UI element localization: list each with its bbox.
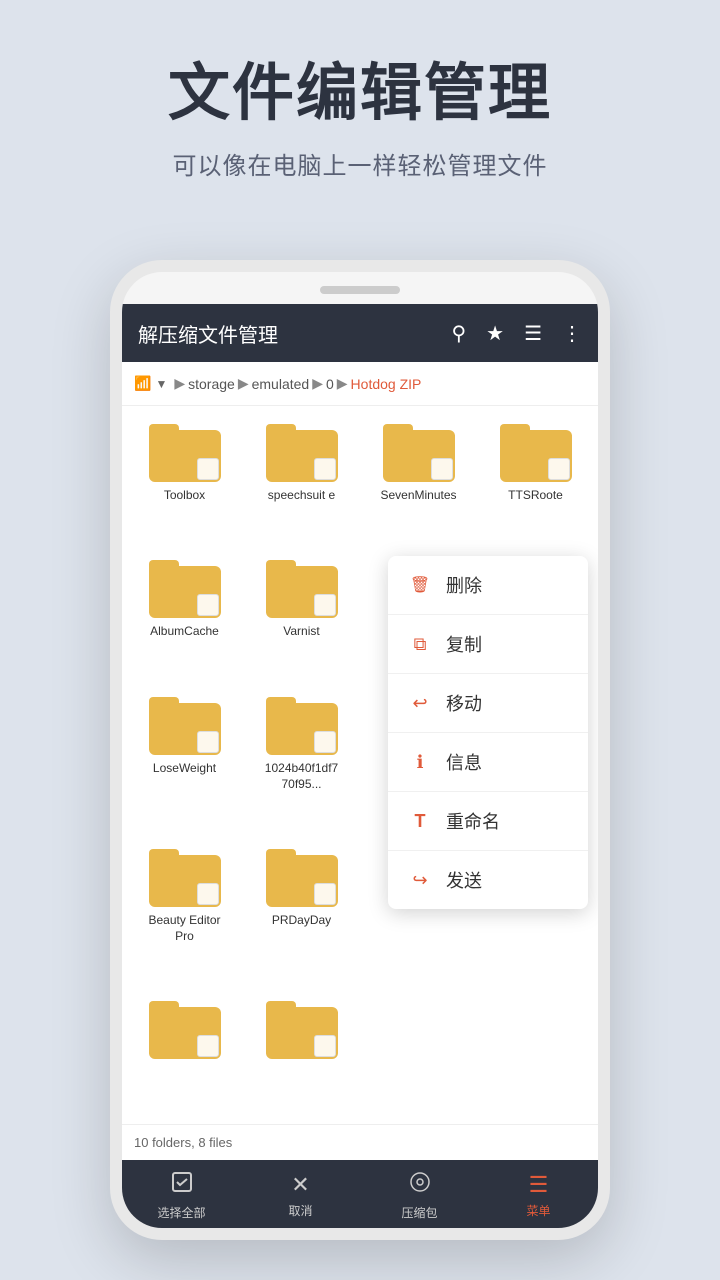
list-item[interactable] (126, 993, 243, 1114)
list-item[interactable]: AlbumCache (126, 552, 243, 688)
more-icon[interactable]: ⋮ (562, 321, 582, 346)
nav-select-all[interactable]: 选择全部 (122, 1170, 241, 1221)
breadcrumb-active[interactable]: Hotdog ZIP (351, 376, 422, 392)
context-item-rename[interactable]: T 重命名 (388, 792, 588, 851)
context-item-move[interactable]: ↩ 移动 (388, 674, 588, 733)
move-label: 移动 (446, 690, 482, 716)
file-name: LoseWeight (153, 761, 216, 777)
rename-icon: T (408, 809, 432, 833)
phone-mockup: 解压缩文件管理 ⚲ ★ ☰ ⋮ 📶 ▼ ▶ storage ▶ emulated… (110, 260, 610, 1240)
file-name: SevenMinutes (380, 488, 456, 504)
breadcrumb-bar: 📶 ▼ ▶ storage ▶ emulated ▶ 0 ▶ Hotdog ZI… (122, 362, 598, 406)
info-icon: ℹ (408, 750, 432, 774)
context-item-copy[interactable]: ⧉ 复制 (388, 615, 588, 674)
compress-icon (408, 1170, 432, 1200)
copy-icon: ⧉ (408, 632, 432, 656)
select-all-label: 选择全部 (157, 1204, 205, 1221)
file-name: Beauty Editor Pro (145, 913, 225, 944)
device-selector[interactable]: 📶 ▼ (134, 375, 167, 392)
dropdown-icon: ▼ (155, 377, 167, 391)
header-subtitle: 可以像在电脑上一样轻松管理文件 (40, 146, 680, 181)
context-item-info[interactable]: ℹ 信息 (388, 733, 588, 792)
menu-label: 菜单 (526, 1202, 550, 1219)
context-item-delete[interactable]: 🗑 删除 (388, 556, 588, 615)
status-bar: 10 folders, 8 files (122, 1124, 598, 1160)
compress-label: 压缩包 (401, 1204, 437, 1221)
send-label: 发送 (446, 867, 482, 893)
hamburger-icon: ☰ (529, 1172, 549, 1198)
nav-compress[interactable]: 压缩包 (360, 1170, 479, 1221)
search-icon[interactable]: ⚲ (451, 321, 466, 346)
info-label: 信息 (446, 749, 482, 775)
list-item[interactable]: 1024b40f1df770f95... (243, 689, 360, 841)
context-item-send[interactable]: ↪ 发送 (388, 851, 588, 909)
nav-menu[interactable]: ☰ 菜单 (479, 1172, 598, 1219)
move-icon: ↩ (408, 691, 432, 715)
file-grid: Toolbox speechsuit e SevenMinutes TTSRoo… (122, 406, 598, 1124)
app-content: 解压缩文件管理 ⚲ ★ ☰ ⋮ 📶 ▼ ▶ storage ▶ emulated… (122, 304, 598, 1230)
copy-label: 复制 (446, 631, 482, 657)
nav-cancel[interactable]: ✕ 取消 (241, 1172, 360, 1219)
list-item[interactable]: LoseWeight (126, 689, 243, 841)
header-title: 文件编辑管理 (40, 60, 680, 128)
list-item[interactable]: Varnist (243, 552, 360, 688)
device-icon: 📶 (134, 375, 151, 392)
file-name: AlbumCache (150, 624, 219, 640)
list-item[interactable] (243, 993, 360, 1114)
app-title: 解压缩文件管理 (138, 319, 451, 348)
list-item[interactable]: Beauty Editor Pro (126, 841, 243, 993)
breadcrumb-emulated[interactable]: emulated (252, 376, 310, 392)
list-item[interactable]: TTSRoote (477, 416, 594, 552)
file-name: Varnist (283, 624, 319, 640)
delete-icon: 🗑 (408, 573, 432, 597)
send-icon: ↪ (408, 868, 432, 892)
menu-icon[interactable]: ☰ (524, 321, 542, 346)
file-name: speechsuit e (268, 488, 335, 504)
list-item[interactable]: SevenMinutes (360, 416, 477, 552)
status-text: 10 folders, 8 files (134, 1135, 232, 1150)
rename-label: 重命名 (446, 808, 500, 834)
cancel-label: 取消 (288, 1202, 312, 1219)
list-item[interactable]: Toolbox (126, 416, 243, 552)
header-section: 文件编辑管理 可以像在电脑上一样轻松管理文件 (0, 0, 720, 221)
bottom-nav: 选择全部 ✕ 取消 压缩包 ☰ 菜单 (122, 1160, 598, 1230)
file-name: PRDayDay (272, 913, 331, 929)
list-item[interactable]: PRDayDay (243, 841, 360, 993)
list-item[interactable]: speechsuit e (243, 416, 360, 552)
breadcrumb-0[interactable]: 0 (326, 376, 334, 392)
breadcrumb-storage[interactable]: storage (188, 376, 235, 392)
context-menu: 🗑 删除 ⧉ 复制 ↩ 移动 ℹ 信息 T 重命名 (388, 556, 588, 909)
file-name: Toolbox (164, 488, 205, 504)
cancel-icon: ✕ (291, 1172, 309, 1198)
topbar-icons: ⚲ ★ ☰ ⋮ (451, 321, 582, 346)
delete-label: 删除 (446, 572, 482, 598)
star-icon[interactable]: ★ (486, 321, 504, 346)
phone-speaker (320, 286, 400, 294)
select-all-icon (170, 1170, 194, 1200)
file-name: 1024b40f1df770f95... (262, 761, 342, 792)
app-topbar: 解压缩文件管理 ⚲ ★ ☰ ⋮ (122, 304, 598, 362)
file-name: TTSRoote (508, 488, 563, 504)
